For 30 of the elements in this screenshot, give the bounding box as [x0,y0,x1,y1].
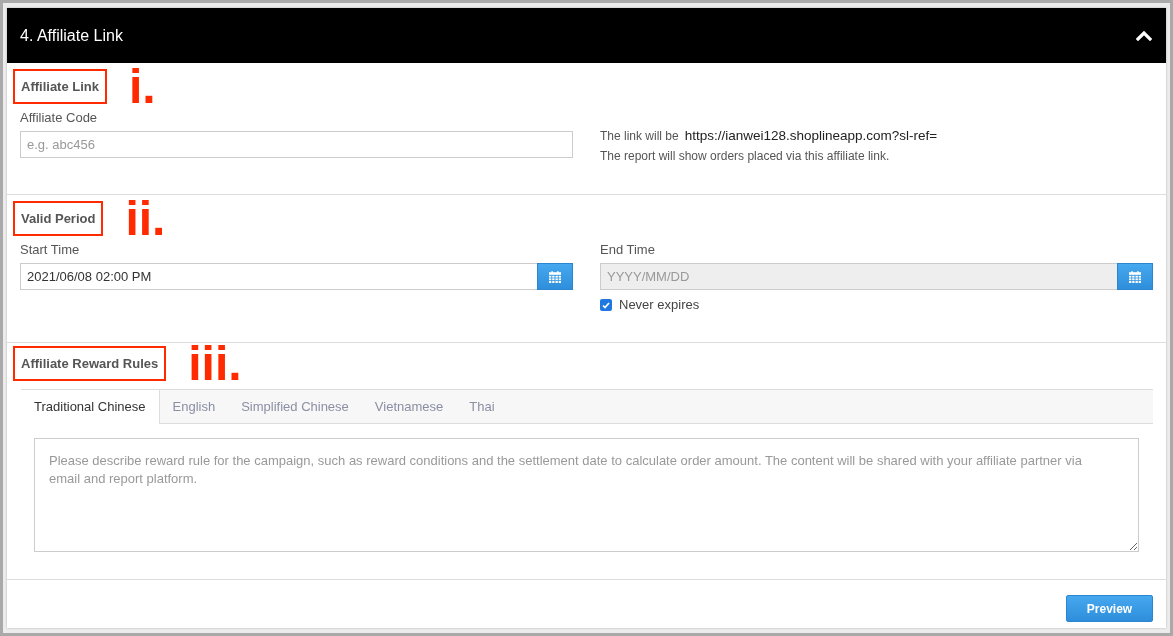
reward-rules-field[interactable]: Please describe reward rule for the campaign, such as reward conditions and the settlement date to calculate order amount. The content will be shared with your affiliate partner via email and report platform. [34,438,1139,552]
panel-title: 4. Affiliate Link [20,25,123,46]
checkbox[interactable] [600,299,612,311]
field-label: Affiliate Code [20,109,98,127]
annotation-label: ii. [125,200,166,237]
section-heading: Affiliate Link [13,69,107,104]
affiliate-url-text: https://ianwei128.shoplineapp.com?sl-ref= [684,126,938,145]
annotation-label: iii. [188,345,242,382]
link-prefix-text: The link will be [600,128,679,145]
affiliate-code-field[interactable]: e.g. abc456 [20,131,573,158]
language-tab[interactable]: English [159,390,229,423]
preview-button[interactable]: Preview [1066,595,1153,622]
calendar-button[interactable] [1117,263,1153,290]
calendar-icon [549,270,561,283]
calendar-icon [1129,270,1141,283]
language-tab[interactable]: Thai [456,390,508,423]
language-tab[interactable]: Traditional Chinese [21,390,160,424]
report-note-text: The report will show orders placed via this affiliate link. [600,148,890,165]
section-heading: Affiliate Reward Rules [13,346,167,381]
chevron-up-icon[interactable] [1136,30,1152,41]
field-label: End Time [600,241,655,259]
language-tab[interactable]: Vietnamese [361,390,457,423]
start-time-field[interactable]: 2021/06/08 02:00 PM [20,263,537,290]
checkbox-label: Never expires [619,296,700,315]
language-tab[interactable]: Simplified Chinese [228,390,362,423]
field-label: Start Time [20,241,80,259]
check-icon [602,301,610,309]
calendar-button[interactable] [537,263,573,290]
annotation-label: i. [129,68,156,105]
section-heading: Valid Period [13,201,104,236]
